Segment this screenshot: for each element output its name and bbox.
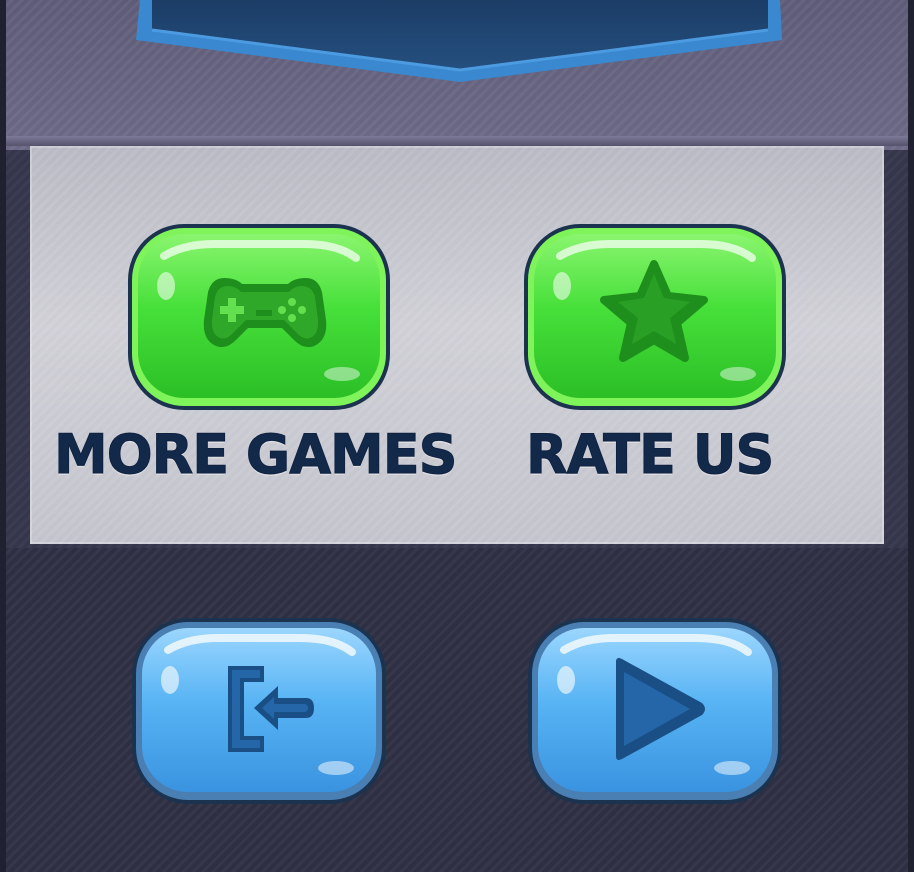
game-menu-screen: MORE GAMES RATE US bbox=[0, 0, 914, 872]
rate-us-button[interactable] bbox=[520, 218, 790, 414]
title-banner bbox=[0, 0, 914, 90]
frame-right bbox=[908, 0, 914, 872]
exit-icon bbox=[218, 660, 318, 760]
star-icon bbox=[598, 260, 710, 364]
play-icon bbox=[610, 656, 710, 762]
frame-left bbox=[0, 0, 6, 872]
more-games-button[interactable] bbox=[124, 218, 394, 414]
play-button[interactable] bbox=[524, 612, 786, 808]
gamepad-icon bbox=[202, 270, 328, 360]
exit-button[interactable] bbox=[128, 612, 390, 808]
rate-us-label: RATE US bbox=[525, 423, 774, 486]
more-games-label: MORE GAMES bbox=[54, 423, 459, 486]
